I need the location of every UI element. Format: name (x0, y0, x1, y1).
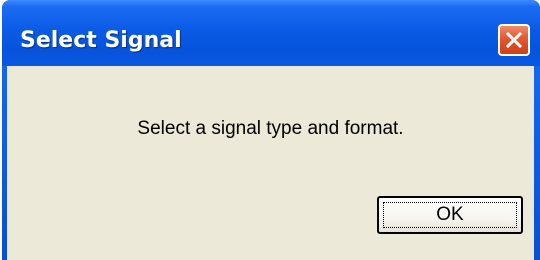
dialog-message: Select a signal type and format. (137, 118, 404, 139)
dialog-title: Select Signal (20, 28, 182, 53)
close-button[interactable] (498, 24, 530, 56)
dialog-window: Select Signal Select a signal type and f… (2, 0, 540, 260)
ok-button-label: OK (436, 204, 464, 225)
dialog-body: Select a signal type and format. OK (7, 66, 534, 260)
title-bar[interactable]: Select Signal (2, 0, 540, 66)
ok-button[interactable]: OK (377, 196, 523, 234)
close-icon (505, 31, 523, 49)
